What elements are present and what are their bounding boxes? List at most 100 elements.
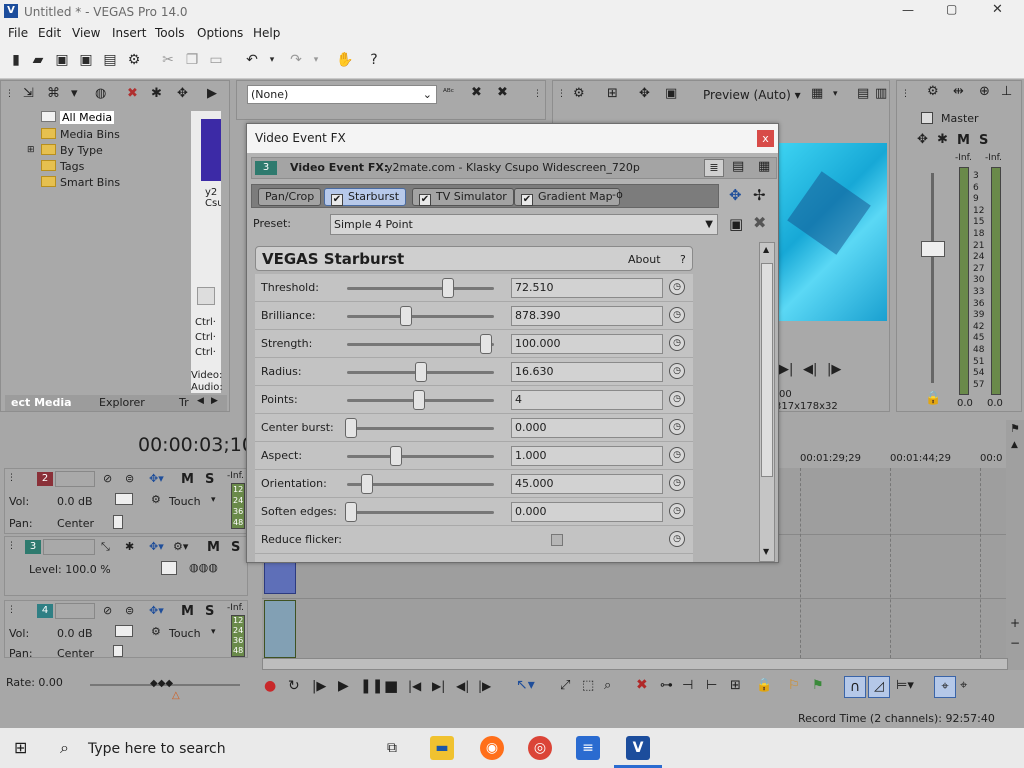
auto-crossfade-icon[interactable]: ◿ [868, 676, 890, 698]
trim-end-icon[interactable]: ⊢ [706, 678, 717, 693]
loop-icon[interactable]: ↻ [288, 678, 300, 694]
zoom-in-icon[interactable]: + [1010, 616, 1020, 630]
animate-keyframe-icon[interactable]: ◷ [669, 531, 685, 547]
track-motion-icon[interactable]: ⤡ [101, 540, 110, 554]
track-bypass-icon[interactable]: ⊜ [125, 604, 134, 617]
envelope-tool-icon[interactable]: ⤢ [560, 678, 570, 693]
timeline-hscroll[interactable] [262, 658, 1008, 670]
tab-explorer[interactable]: Explorer [99, 396, 145, 409]
rate-slider-handle[interactable]: ◆◆◆ [150, 678, 173, 689]
param-slider-handle[interactable] [400, 306, 412, 326]
taskbar-search[interactable]: Type here to search [88, 741, 226, 757]
minimize-button[interactable]: — [902, 3, 914, 17]
param-value-field[interactable]: 878.390 [511, 306, 663, 326]
lock-envelopes-icon[interactable]: ⌖ [934, 676, 956, 698]
animate-keyframe-icon[interactable]: ◷ [669, 279, 685, 295]
properties-gear-icon[interactable]: ⚙ [126, 52, 142, 68]
tree-all-media[interactable]: All Media [41, 111, 115, 124]
level-slider-handle[interactable] [161, 561, 177, 575]
tree-smart-bins[interactable]: Smart Bins [41, 176, 120, 189]
remove-fx-icon[interactable]: ✢ [753, 186, 766, 204]
grid-icon[interactable]: ▦ [811, 87, 823, 101]
animate-keyframe-icon[interactable]: ◷ [669, 307, 685, 323]
delete-icon[interactable]: ✖ [636, 677, 648, 693]
region-icon[interactable]: ⚑ [812, 678, 824, 693]
record-icon[interactable]: ● [264, 678, 276, 694]
tree-tags[interactable]: Tags [41, 160, 84, 173]
param-value-field[interactable]: 0.000 [511, 418, 663, 438]
composite-icon[interactable]: ◍◍◍ [189, 561, 218, 574]
lock-icon[interactable]: 🔒 [925, 391, 941, 406]
param-value-field[interactable]: 0.000 [511, 502, 663, 522]
automation-gear-icon[interactable]: ⚙ [151, 493, 161, 506]
file-explorer-icon[interactable]: ▬ [430, 736, 454, 760]
animate-keyframe-icon[interactable]: ◷ [669, 475, 685, 491]
track-name-field[interactable] [55, 471, 95, 487]
menu-view[interactable]: View [72, 26, 100, 40]
ignore-grouping-icon[interactable]: ⌖ [960, 678, 967, 693]
play-icon[interactable]: ▶ [338, 678, 349, 694]
go-to-end-icon[interactable]: ▶| [432, 679, 445, 693]
track-solo[interactable]: S [205, 472, 214, 487]
marker-flag-icon[interactable]: ⚑ [1010, 422, 1020, 435]
notepad-icon[interactable]: ≡ [576, 736, 600, 760]
track-solo[interactable]: S [205, 604, 214, 619]
menu-insert[interactable]: Insert [112, 26, 146, 40]
save-preset-icon[interactable]: ▣ [729, 215, 743, 233]
param-slider-track[interactable] [347, 455, 494, 458]
param-slider-track[interactable] [347, 511, 494, 514]
whats-this-help-icon[interactable]: ? [366, 52, 382, 68]
param-slider-handle[interactable] [361, 474, 373, 494]
spell-check-icon[interactable]: ᴬᴮᶜ [443, 86, 454, 100]
param-slider-handle[interactable] [415, 362, 427, 382]
interface-icon[interactable]: ✋ [336, 52, 353, 68]
animate-keyframe-icon[interactable]: ◷ [669, 335, 685, 351]
master-solo[interactable]: S [979, 133, 988, 148]
pan-slider-handle[interactable] [113, 645, 123, 657]
track-invert-icon[interactable]: ⊘ [103, 472, 112, 485]
help-button[interactable]: ? [680, 253, 686, 266]
firefox-icon[interactable]: ◉ [480, 736, 504, 760]
tree-media-bins[interactable]: Media Bins [41, 128, 120, 141]
new-file-icon[interactable]: ▮ [8, 52, 24, 68]
dim-icon[interactable]: ⊕ [979, 85, 990, 99]
scroll-down-icon[interactable]: ▼ [763, 547, 769, 556]
search-icon[interactable]: ⌕ [60, 738, 69, 758]
animate-keyframe-icon[interactable]: ◷ [669, 503, 685, 519]
master-settings-icon[interactable]: ⚙ [927, 85, 939, 99]
view-single-icon[interactable]: ≣ [704, 159, 724, 177]
undo-dropdown-icon[interactable]: ▾ [264, 52, 280, 68]
preview-settings-icon[interactable]: ⚙ [573, 87, 585, 101]
next-frame-icon[interactable]: |▶ [478, 679, 491, 693]
preset-dropdown[interactable]: Simple 4 Point ▼ [330, 214, 718, 235]
downmix-icon[interactable]: ⇹ [953, 85, 964, 99]
automation-gear-icon[interactable]: ⚙ [151, 625, 161, 638]
master-fader-handle[interactable] [921, 241, 945, 257]
gradient-map-enable-checkbox[interactable]: ✔ [521, 194, 533, 206]
audio-event-clip[interactable] [264, 600, 296, 658]
chrome-icon[interactable]: ◎ [528, 736, 552, 760]
starburst-enable-checkbox[interactable]: ✔ [331, 194, 343, 206]
param-slider-track[interactable] [347, 287, 494, 290]
next-frame-icon[interactable]: ▶| [779, 363, 793, 377]
master-bypass-checkbox[interactable] [921, 112, 933, 124]
overlay-icon[interactable]: ✥ [639, 87, 650, 101]
split-screen-icon[interactable]: ⊞ [607, 87, 618, 101]
automation-dropdown-icon[interactable]: ▾ [211, 627, 216, 637]
param-value-field[interactable]: 4 [511, 390, 663, 410]
redo-dropdown-icon[interactable]: ▾ [308, 52, 324, 68]
track-crosshair-icon[interactable]: ✥▾ [149, 472, 164, 485]
remove-fx-icon[interactable]: ✖ [471, 86, 482, 100]
ripple-edit-icon[interactable]: ⊨▾ [896, 678, 914, 693]
track-fx-icon[interactable]: ✱ [125, 540, 134, 553]
undo-icon[interactable]: ↶ [244, 52, 260, 68]
param-slider-track[interactable] [347, 427, 494, 430]
dialog-title-bar[interactable]: Video Event FX x [247, 124, 778, 153]
trim-icon[interactable]: ⊶ [660, 678, 673, 693]
param-slider-handle[interactable] [390, 446, 402, 466]
play-preview-icon[interactable]: ▶ [207, 87, 217, 101]
master-mute[interactable]: M [957, 133, 970, 148]
split-icon[interactable]: ⊞ [730, 678, 741, 693]
tab-transitions[interactable]: Tr [179, 396, 189, 409]
close-window-button[interactable]: ✕ [992, 2, 1003, 17]
